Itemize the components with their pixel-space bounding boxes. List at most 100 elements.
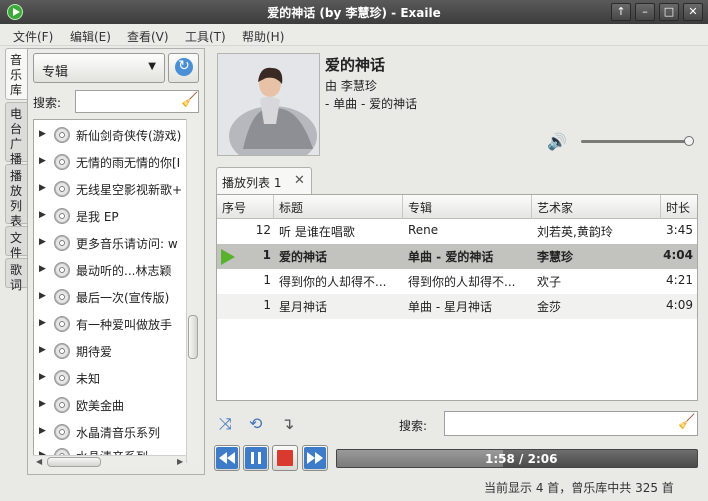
list-item[interactable]: ▶ 水晶清音乐系列	[34, 419, 198, 446]
next-track-button[interactable]	[302, 445, 328, 471]
album-tree-vertical-scrollbar[interactable]	[186, 119, 199, 463]
close-window-button[interactable]: ✕	[683, 3, 703, 21]
expander-icon[interactable]: ▶	[39, 318, 46, 328]
title-bar: 爱的神话 (by 李慧珍) - Exaile ↑ – □ ✕	[0, 0, 708, 24]
volume-slider-handle[interactable]	[684, 136, 694, 146]
keep-above-button[interactable]: ↑	[611, 3, 631, 21]
list-item[interactable]: ▶ 有一种爱叫做放手	[34, 311, 198, 338]
track-artist: 金莎	[537, 300, 562, 314]
list-item[interactable]: ▶ 新仙剑奇侠传(游戏)	[34, 122, 198, 149]
list-item[interactable]: ▶ 未知	[34, 365, 198, 392]
expander-icon[interactable]: ▶	[39, 210, 46, 220]
column-header-album[interactable]: 专辑	[403, 195, 532, 219]
dynamic-mode-icon[interactable]: ↴	[281, 414, 294, 433]
window-title: 爱的神话 (by 李慧珍) - Exaile	[267, 6, 441, 20]
playing-indicator-icon	[221, 249, 235, 265]
volume-icon[interactable]: 🔊	[547, 132, 567, 151]
list-item[interactable]: ▶ 期待爱	[34, 338, 198, 365]
column-header-title[interactable]: 标题	[274, 195, 403, 219]
menu-file[interactable]: 文件(F)	[13, 28, 53, 45]
tab-radio[interactable]: 电台广播	[5, 102, 27, 166]
expander-icon[interactable]: ▶	[39, 372, 46, 382]
clear-playlist-search-icon[interactable]: 🧹	[678, 414, 695, 430]
track-length: 4:21	[666, 273, 693, 287]
list-item[interactable]: ▶ 无线星空影视新歌+	[34, 176, 198, 203]
now-playing-title: 爱的神话	[325, 56, 386, 74]
cover-art-figure	[218, 54, 319, 155]
tab-library-label: 音乐库	[9, 53, 22, 97]
scroll-left-icon[interactable]: ◀	[36, 457, 42, 466]
library-view-select[interactable]: 专辑 ▼	[33, 53, 165, 83]
track-title: 得到你的人却得不...	[279, 275, 387, 289]
playlist-tab-label: 播放列表 1	[222, 176, 282, 190]
playback-progress-bar[interactable]: 1:58 / 2:06	[336, 449, 698, 468]
tab-playlist-1[interactable]: 播放列表 1 ✕	[216, 167, 312, 195]
list-item[interactable]: ▶ 最后一次(宣传版)	[34, 284, 198, 311]
tab-library[interactable]: 音乐库	[5, 48, 27, 100]
column-header-artist[interactable]: 艺术家	[532, 195, 661, 219]
list-item[interactable]: ▶ 欧美金曲	[34, 392, 198, 419]
playlist-search-input[interactable]	[444, 411, 698, 436]
track-number: 1	[263, 298, 271, 312]
expander-icon[interactable]: ▶	[39, 291, 46, 301]
album-disc-icon	[54, 397, 70, 413]
expander-icon[interactable]: ▶	[39, 426, 46, 436]
list-item[interactable]: ▶ 最动听的...林志颖	[34, 257, 198, 284]
refresh-library-button[interactable]: ↻	[168, 53, 199, 83]
menu-edit[interactable]: 编辑(E)	[70, 28, 111, 45]
album-disc-icon	[54, 235, 70, 251]
now-playing-album: - 单曲 - 爱的神话	[325, 97, 418, 111]
clear-library-search-icon[interactable]: 🧹	[181, 92, 198, 108]
album-cover-image[interactable]	[217, 53, 320, 156]
playlist-search-label: 搜索:	[399, 419, 428, 433]
scrollbar-thumb[interactable]	[47, 457, 101, 467]
album-disc-icon	[54, 154, 70, 170]
expander-icon[interactable]: ▶	[39, 399, 46, 409]
scrollbar-thumb[interactable]	[188, 315, 198, 359]
stop-button[interactable]	[272, 445, 298, 471]
shuffle-icon[interactable]: ⤨	[219, 414, 232, 434]
list-item[interactable]: ▶ 是我 EP	[34, 203, 198, 230]
track-length: 4:04	[663, 248, 693, 262]
refresh-icon: ↻	[175, 58, 193, 76]
pause-button[interactable]	[243, 445, 269, 471]
playback-time: 1:58 / 2:06	[485, 452, 558, 466]
close-tab-icon[interactable]: ✕	[294, 173, 305, 188]
album-disc-icon	[54, 181, 70, 197]
list-item[interactable]: ▶ 无情的雨无情的你[I	[34, 149, 198, 176]
tab-files[interactable]: 文件	[5, 226, 27, 260]
library-search-label: 搜索:	[33, 96, 62, 110]
album-tree: ▶ 新仙剑奇侠传(游戏) ▶ 无情的雨无情的你[I ▶ 无线星空影视新歌+ ▶ 是我 E…	[33, 119, 199, 463]
volume-slider[interactable]	[581, 140, 691, 143]
repeat-icon[interactable]: ⟲	[249, 414, 262, 433]
tab-lyrics[interactable]: 歌词	[5, 258, 27, 292]
album-tree-horizontal-scrollbar[interactable]: ◀ ▶	[33, 455, 186, 468]
tab-playlists[interactable]: 播放列表	[5, 164, 27, 228]
menu-tools[interactable]: 工具(T)	[185, 28, 226, 45]
expander-icon[interactable]: ▶	[39, 345, 46, 355]
maximize-button[interactable]: □	[659, 3, 679, 21]
previous-track-button[interactable]	[214, 445, 240, 471]
now-playing-artist: 由 李慧珍	[325, 79, 377, 93]
tab-radio-label: 电台广播	[9, 107, 22, 166]
list-item[interactable]: ▶ 更多音乐请访问: w	[34, 230, 198, 257]
scroll-right-icon[interactable]: ▶	[177, 457, 183, 466]
track-artist: 刘若英,黄韵玲	[537, 225, 613, 239]
track-length: 3:45	[666, 223, 693, 237]
column-header-length[interactable]: 时长	[661, 195, 697, 219]
expander-icon[interactable]: ▶	[39, 156, 46, 166]
track-album: Rene	[408, 223, 439, 237]
track-album: 单曲 - 星月神话	[408, 300, 492, 314]
expander-icon[interactable]: ▶	[39, 237, 46, 247]
expander-icon[interactable]: ▶	[39, 183, 46, 193]
minimize-button[interactable]: –	[635, 3, 655, 21]
column-header-number[interactable]: 序号	[217, 195, 274, 219]
album-disc-icon	[54, 289, 70, 305]
expander-icon[interactable]: ▶	[39, 264, 46, 274]
track-number: 1	[262, 248, 271, 262]
expander-icon[interactable]: ▶	[39, 129, 46, 139]
menu-help[interactable]: 帮助(H)	[242, 28, 284, 45]
track-artist: 李慧珍	[537, 250, 574, 264]
skip-forward-icon	[304, 447, 326, 469]
menu-view[interactable]: 查看(V)	[127, 28, 169, 45]
